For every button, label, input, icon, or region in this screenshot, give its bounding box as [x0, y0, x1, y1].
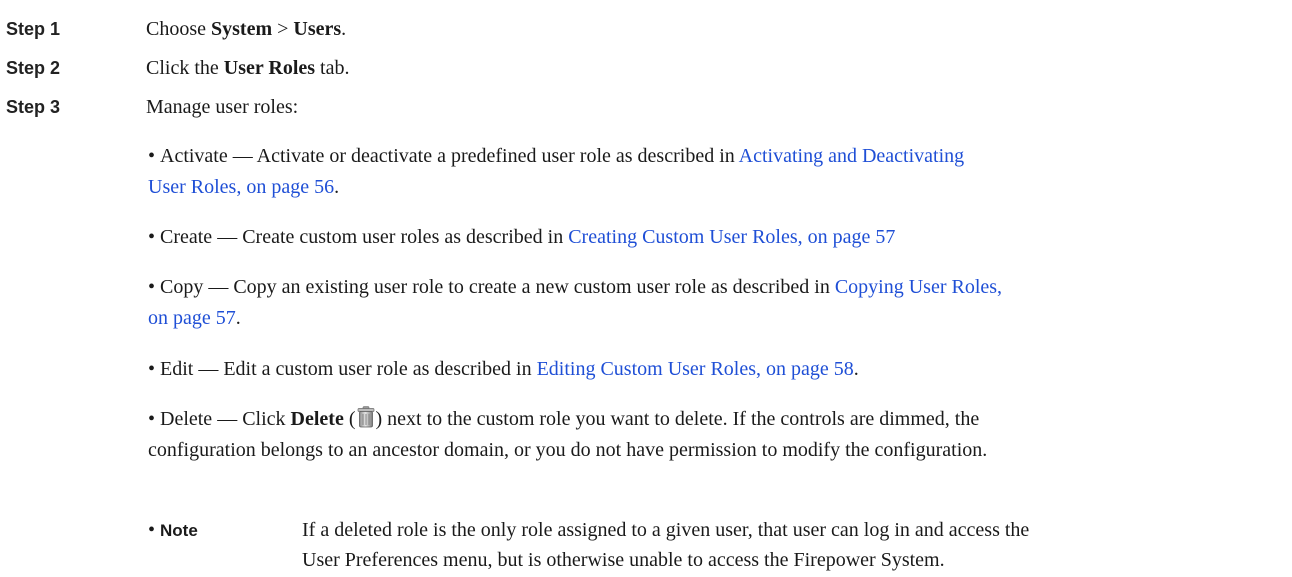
step-label: Step 3 [6, 97, 61, 117]
bullet-text: . [235, 307, 241, 329]
menu-users: Users [293, 18, 342, 40]
link-editing-custom-user-roles[interactable]: Editing Custom User Roles, on page 58 [537, 358, 854, 380]
list-item-create: • Create — Create custom user roles as de… [148, 222, 1278, 253]
bullet-text: ( [343, 408, 356, 430]
tab-user-roles: User Roles [223, 57, 316, 79]
bullet-text: Copy — Copy an existing user role to cre… [160, 276, 835, 298]
note-body: If a deleted role is the only role assig… [302, 515, 1282, 575]
bullet-text: configuration belongs to an ancestor dom… [148, 439, 988, 461]
bullet-dot: • [148, 519, 156, 541]
note-label: Note [160, 521, 198, 540]
step-text: Click the User Roles tab. [146, 56, 349, 80]
menu-separator: > [272, 18, 294, 40]
link-copying-user-roles[interactable]: Copying User Roles, [835, 276, 1002, 298]
step-text-part: Click the [146, 57, 224, 79]
bullet-text: Create — Create custom user roles as des… [160, 226, 569, 248]
trash-icon [357, 406, 375, 428]
list-item-activate: • Activate — Activate or deactivate a pre… [148, 141, 1278, 203]
bullet-text: . [334, 176, 340, 198]
bullet-text: . [853, 358, 859, 380]
step-label: Step 1 [6, 19, 61, 39]
bullet-text: Delete — Click [160, 408, 291, 430]
link-activating-deactivating-cont[interactable]: User Roles, on page 56 [148, 176, 334, 198]
link-copying-user-roles-cont[interactable]: on page 57 [148, 307, 236, 329]
link-activating-deactivating[interactable]: Activating and Deactivating [739, 145, 964, 167]
bullet-text: Activate — Activate or deactivate a pred… [160, 145, 739, 167]
bullet-text: Edit — Edit a custom user role as descri… [160, 358, 537, 380]
delete-label: Delete [290, 408, 344, 430]
bullet-dot: • [148, 145, 156, 167]
step-text-part: tab. [315, 57, 350, 79]
note-text: If a deleted role is the only role assig… [302, 519, 1030, 541]
link-creating-custom-user-roles[interactable]: Creating Custom User Roles, on page 57 [568, 226, 895, 248]
bullet-dot: • [148, 276, 156, 298]
list-item-edit: • Edit — Edit a custom user role as descr… [148, 354, 1278, 385]
step-text: Manage user roles: [146, 96, 299, 118]
note-text: User Preferences menu, but is otherwise … [302, 549, 945, 571]
list-item-copy: • Copy — Copy an existing user role to cr… [148, 272, 1278, 334]
step-label: Step 2 [6, 58, 61, 78]
step-text-part: Choose [146, 18, 211, 40]
step-text-part: . [341, 18, 347, 40]
menu-system: System [211, 18, 273, 40]
list-item-delete: • Delete — Click Delete ( ) next to the c… [148, 404, 1278, 466]
step-text: Choose System > Users. [146, 17, 346, 41]
bullet-dot: • [148, 226, 156, 248]
bullet-dot: • [148, 408, 156, 430]
bullet-text: next to the custom role you want to dele… [382, 408, 980, 430]
bullet-dot: • [148, 358, 156, 380]
